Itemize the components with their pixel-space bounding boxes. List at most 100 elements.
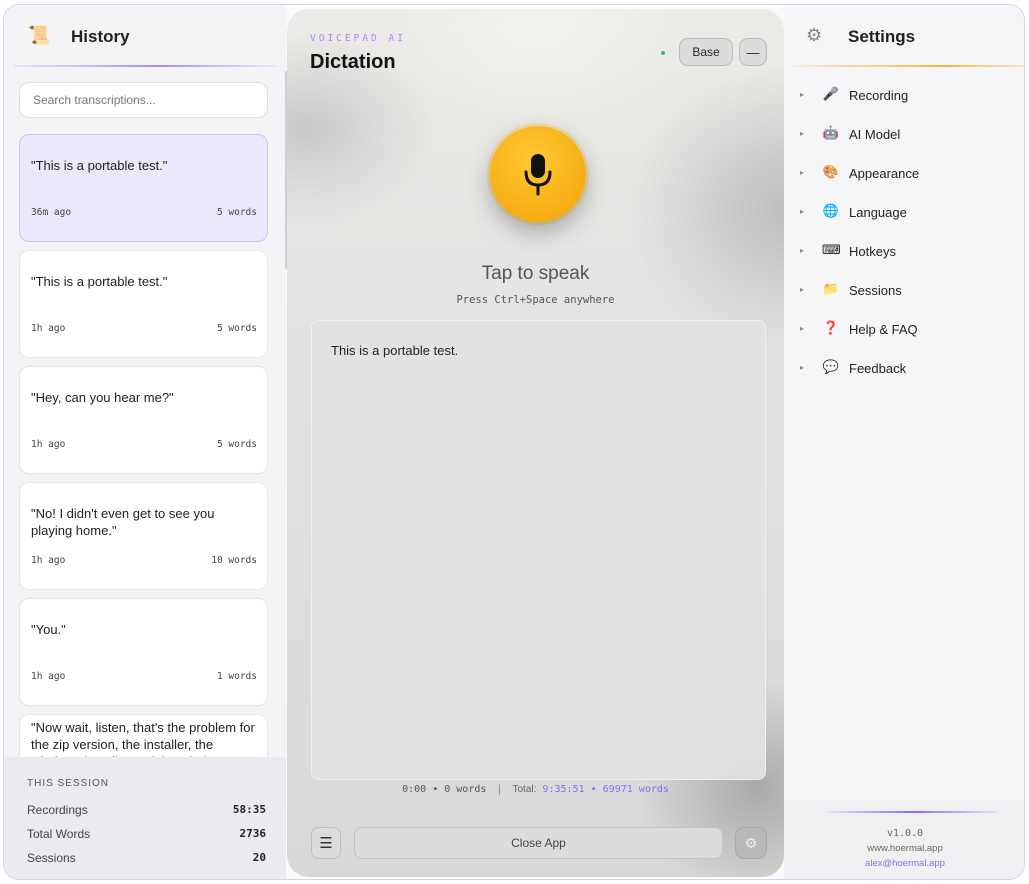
settings-footer: v1.0.0 www.hoermal.app alex@hoermal.app (784, 800, 1024, 879)
settings-item-label: Language (849, 205, 907, 220)
history-item-time: 1h ago (31, 323, 66, 334)
settings-item-ai-model[interactable]: ▸ 🤖 AI Model (784, 122, 1024, 150)
current-stats: 0:00 • 0 words (402, 784, 487, 795)
history-item-text: "You." (31, 622, 66, 637)
settings-item-label: Help & FAQ (849, 322, 918, 337)
session-row-label: Total Words (27, 827, 91, 841)
transcript-area[interactable]: This is a portable test. (311, 320, 766, 780)
expand-arrow-icon: ▸ (800, 90, 805, 99)
session-row-value: 20 (252, 851, 266, 864)
session-row-label: Recordings (27, 803, 88, 817)
folder-icon: 📁 (822, 281, 840, 296)
word-stats: 0:00 • 0 words | Total: 9:35:51 • 69971 … (287, 784, 784, 795)
microphone-icon: 🎤 (822, 86, 840, 101)
question-icon: ❓ (822, 320, 840, 335)
brand-label: VOICEPAD AI (310, 33, 406, 44)
history-item[interactable]: "Now wait, listen, that's the problem fo… (19, 714, 268, 757)
settings-item-recording[interactable]: ▸ 🎤 Recording (784, 83, 1024, 111)
menu-button[interactable]: ☰ (311, 827, 341, 859)
minimize-button[interactable]: — (739, 38, 767, 66)
history-item[interactable]: "This is a portable test." 1h ago 5 word… (19, 250, 268, 358)
search-input[interactable] (19, 82, 268, 118)
history-item-time: 1h ago (31, 671, 66, 682)
history-item-word-count: 1 words (216, 671, 257, 682)
expand-arrow-icon: ▸ (800, 207, 805, 216)
expand-arrow-icon: ▸ (800, 285, 805, 294)
settings-item-language[interactable]: ▸ 🌐 Language (784, 200, 1024, 228)
record-button[interactable] (490, 126, 586, 222)
history-item[interactable]: "You." 1h ago 1 words (19, 598, 268, 706)
history-item-word-count: 10 words (211, 555, 257, 566)
gear-icon: ⚙ (806, 25, 823, 45)
app-window: 📜 History "This is a portable test." 36m… (3, 4, 1025, 880)
history-item-word-count: 5 words (216, 323, 257, 334)
settings-item-sessions[interactable]: ▸ 📁 Sessions (784, 278, 1024, 306)
session-row-sessions: Sessions 20 (27, 851, 266, 865)
total-label: Total: (512, 784, 537, 795)
session-summary: THIS SESSION Recordings 58:35 Total Word… (4, 757, 286, 879)
footer-divider (829, 811, 998, 813)
total-time: 9:35:51 (542, 784, 585, 795)
hotkey-hint: Press Ctrl+Space anywhere (456, 294, 615, 306)
history-item[interactable]: "Hey, can you hear me?" 1h ago 5 words (19, 366, 268, 474)
history-list: "This is a portable test." 36m ago 5 wor… (4, 129, 286, 757)
history-item-text: "Now wait, listen, that's the problem fo… (31, 720, 255, 757)
history-item-word-count: 5 words (216, 439, 257, 450)
history-item-time: 36m ago (31, 207, 72, 218)
stats-separator: | (496, 784, 503, 795)
settings-panel: ⚙ Settings ▸ 🎤 Recording ▸ 🤖 AI Model ▸ … (784, 5, 1024, 879)
session-row-value: 2736 (239, 827, 267, 840)
settings-item-label: AI Model (849, 127, 901, 142)
expand-arrow-icon: ▸ (800, 324, 805, 333)
scroll-icon: 📜 (28, 25, 51, 45)
settings-button[interactable]: ⚙ (735, 827, 767, 859)
settings-header-divider (792, 65, 1024, 67)
expand-arrow-icon: ▸ (800, 168, 805, 177)
robot-icon: 🤖 (822, 125, 840, 140)
settings-item-appearance[interactable]: ▸ 🎨 Appearance (784, 161, 1024, 189)
total-words: 69971 words (602, 784, 669, 795)
website-link[interactable]: www.hoermal.app (784, 843, 1024, 854)
settings-item-hotkeys[interactable]: ▸ ⌨ Hotkeys (784, 239, 1024, 267)
settings-title: Settings (848, 27, 916, 46)
session-row-total-words: Total Words 2736 (27, 827, 266, 841)
close-app-button[interactable]: Close App (354, 827, 723, 859)
expand-arrow-icon: ▸ (800, 363, 805, 372)
hamburger-icon: ☰ (319, 835, 333, 852)
history-item[interactable]: "This is a portable test." 36m ago 5 wor… (19, 134, 268, 242)
tap-to-speak-label: Tap to speak (481, 263, 590, 284)
model-select-button[interactable]: Base (679, 38, 733, 66)
version-label: v1.0.0 (886, 828, 924, 839)
stats-dot: • (590, 784, 597, 795)
palette-icon: 🎨 (822, 164, 840, 179)
history-item-text: "This is a portable test." (31, 158, 168, 173)
dictation-panel: VOICEPAD AI Dictation Base — Tap to spea… (287, 9, 784, 877)
speech-bubble-icon: 💬 (822, 359, 840, 374)
page-title: Dictation (310, 51, 396, 73)
session-label: THIS SESSION (27, 778, 110, 789)
status-indicator (661, 51, 665, 55)
history-header: 📜 History (4, 5, 286, 67)
email-link[interactable]: alex@hoermal.app (784, 858, 1024, 869)
history-item-time: 1h ago (31, 439, 66, 450)
microphone-icon (524, 154, 552, 196)
history-item-time: 1h ago (31, 555, 66, 566)
session-row-label: Sessions (27, 851, 76, 865)
expand-arrow-icon: ▸ (800, 246, 805, 255)
history-item-text: "Hey, can you hear me?" (31, 390, 174, 405)
history-title: History (71, 27, 130, 46)
history-panel: 📜 History "This is a portable test." 36m… (4, 5, 288, 879)
keyboard-icon: ⌨ (822, 242, 841, 257)
settings-item-feedback[interactable]: ▸ 💬 Feedback (784, 356, 1024, 384)
settings-item-label: Recording (849, 88, 909, 103)
gear-icon: ⚙ (744, 834, 758, 851)
history-item-text: "No! I didn't even get to see you playin… (31, 506, 215, 538)
history-header-divider (14, 65, 278, 67)
history-item-text: "This is a portable test." (31, 274, 168, 289)
settings-item-label: Sessions (849, 283, 902, 298)
expand-arrow-icon: ▸ (800, 129, 805, 138)
settings-item-help[interactable]: ▸ ❓ Help & FAQ (784, 317, 1024, 345)
history-item-word-count: 5 words (216, 207, 257, 218)
history-item[interactable]: "No! I didn't even get to see you playin… (19, 482, 268, 590)
settings-item-label: Appearance (849, 166, 920, 181)
